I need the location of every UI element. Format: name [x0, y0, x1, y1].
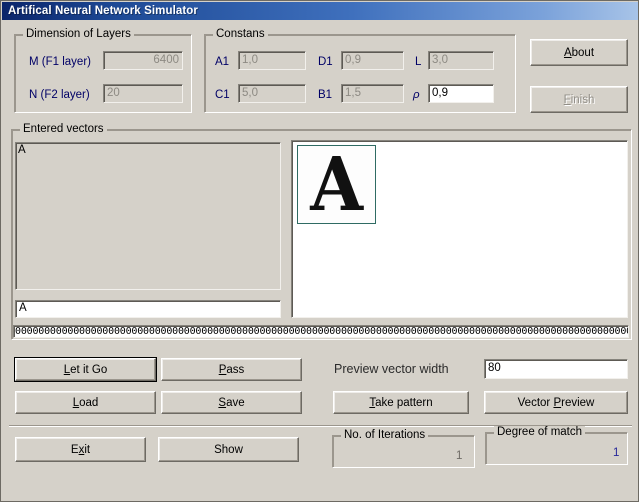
pass-button[interactable]: Pass — [161, 358, 302, 381]
dimension-of-layers-title: Dimension of Layers — [23, 28, 134, 40]
let-it-go-label: Let it Go — [63, 363, 108, 376]
degree-of-match-group: Degree of match — [485, 426, 628, 465]
l-input[interactable]: 3,0 — [428, 51, 494, 70]
title-bar: Artifical Neural Network Simulator — [2, 2, 638, 20]
let-it-go-button[interactable]: Let it Go — [14, 357, 157, 382]
c1-input[interactable]: 5,0 — [238, 84, 306, 103]
d1-label: D1 — [318, 56, 333, 68]
a1-label: A1 — [215, 56, 230, 68]
n-f2-layer-label: N (F2 layer) — [29, 89, 90, 101]
take-pattern-label: Take pattern — [369, 396, 433, 409]
save-label: Save — [218, 396, 245, 409]
rho-label: ρ — [413, 89, 420, 101]
vector-bits-display[interactable]: 0000000000000000000000000000000000000000… — [13, 325, 629, 338]
about-button[interactable]: About — [530, 39, 628, 66]
constants-title: Constans — [213, 28, 268, 40]
vector-name-input[interactable]: A — [15, 300, 281, 318]
about-button-label: About — [563, 46, 595, 59]
iterations-title: No. of Iterations — [341, 429, 429, 441]
exit-button[interactable]: Exit — [15, 437, 146, 462]
c1-label: C1 — [215, 89, 230, 101]
m-f1-layer-label: M (F1 layer) — [29, 56, 91, 68]
vector-preview-button[interactable]: Vector Preview — [484, 391, 628, 414]
rho-input[interactable]: 0,9 — [428, 84, 494, 103]
show-button[interactable]: Show — [158, 437, 299, 462]
preview-vector-width-input[interactable]: 80 — [484, 359, 628, 379]
preview-vector-width-label: Preview vector width — [334, 362, 449, 376]
pattern-glyph-box: A — [297, 145, 376, 224]
finish-button-label: Finish — [563, 93, 595, 106]
l-label: L — [415, 56, 422, 68]
take-pattern-button[interactable]: Take pattern — [333, 391, 469, 414]
m-f1-layer-input[interactable]: 6400 — [103, 51, 183, 70]
entered-vectors-title: Entered vectors — [20, 123, 107, 135]
pattern-glyph: A — [310, 145, 363, 224]
b1-input[interactable]: 1,5 — [341, 84, 404, 103]
vector-preview-label: Vector Preview — [517, 396, 595, 409]
d1-input[interactable]: 0,9 — [341, 51, 404, 70]
degree-of-match-title: Degree of match — [494, 426, 586, 438]
n-f2-layer-input[interactable]: 20 — [103, 84, 183, 103]
iterations-group: No. of Iterations — [332, 429, 475, 468]
iterations-value: 1 — [456, 450, 463, 462]
load-button[interactable]: Load — [15, 391, 156, 414]
exit-label: Exit — [70, 443, 91, 456]
save-button[interactable]: Save — [161, 391, 302, 414]
a1-input[interactable]: 1,0 — [238, 51, 306, 70]
pattern-preview-panel[interactable]: A — [291, 140, 628, 318]
entered-vectors-listbox[interactable]: A — [15, 142, 281, 290]
window-title: Artifical Neural Network Simulator — [8, 5, 198, 17]
pass-label: Pass — [218, 363, 245, 376]
load-label: Load — [72, 396, 99, 409]
b1-label: B1 — [318, 89, 333, 101]
finish-button[interactable]: Finish — [530, 86, 628, 113]
degree-of-match-value: 1 — [613, 447, 620, 459]
application-window: Artifical Neural Network Simulator Dimen… — [0, 0, 639, 502]
list-item[interactable]: A — [18, 144, 278, 157]
show-label: Show — [214, 443, 243, 456]
